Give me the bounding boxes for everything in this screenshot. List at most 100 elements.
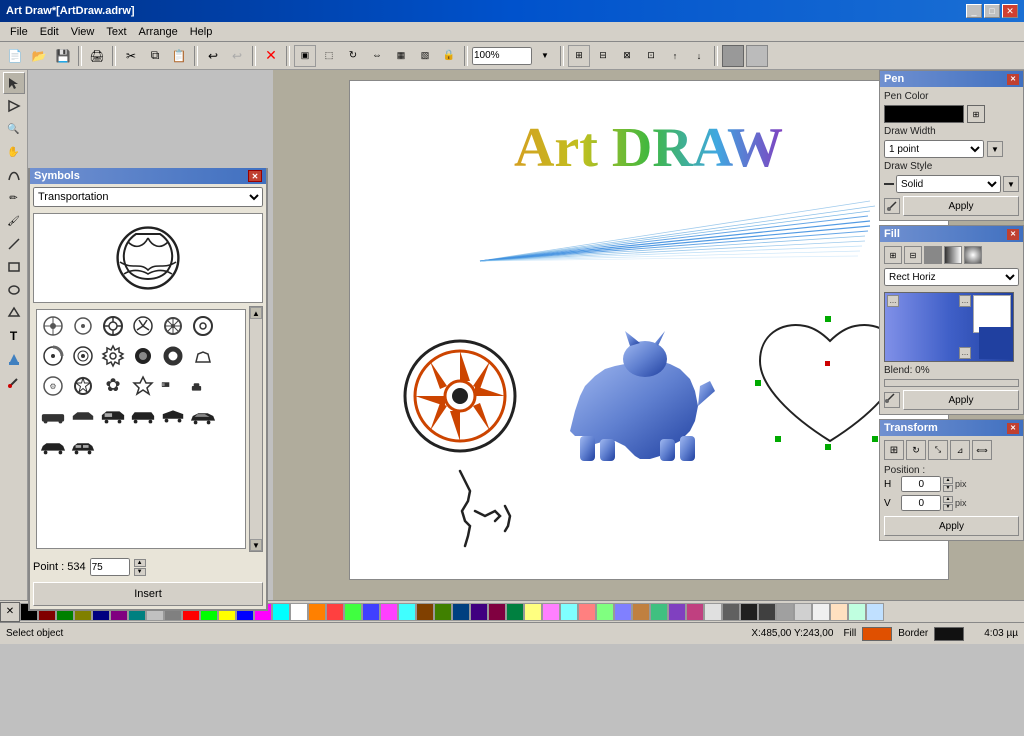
point-up[interactable]: ▲: [134, 559, 146, 567]
brush-tool[interactable]: 🖌: [3, 210, 25, 232]
color-swatch-item[interactable]: [614, 603, 632, 621]
color-swatch-item[interactable]: [848, 603, 866, 621]
cut-button[interactable]: ✂: [120, 45, 142, 67]
symbol-item[interactable]: [129, 342, 157, 370]
grid-toggle-button[interactable]: ⊞: [568, 45, 590, 67]
fill-radial-icon[interactable]: [964, 246, 982, 264]
v-value-input[interactable]: [901, 495, 941, 511]
color-swatch-item[interactable]: [542, 603, 560, 621]
lock-button[interactable]: 🔒: [438, 45, 460, 67]
symbol-item[interactable]: [39, 342, 67, 370]
select-free-button[interactable]: ⬚: [318, 45, 340, 67]
symbols-category-select[interactable]: Transportation: [33, 187, 263, 207]
node-tool[interactable]: [3, 95, 25, 117]
pen-color-grid[interactable]: ⊞: [967, 105, 985, 123]
pencil-tool[interactable]: ✏: [3, 187, 25, 209]
symbol-item[interactable]: [39, 432, 67, 460]
color-swatch-item[interactable]: [578, 603, 596, 621]
fill-type-select[interactable]: Rect Horiz Solid Radial: [884, 268, 1019, 286]
color-swatch-item[interactable]: [326, 603, 344, 621]
color-swatch-item[interactable]: [452, 603, 470, 621]
gray-btn-2[interactable]: [746, 45, 768, 67]
zoom-tool[interactable]: 🔍: [3, 118, 25, 140]
color-swatch-item[interactable]: [290, 603, 308, 621]
menu-file[interactable]: File: [4, 25, 34, 39]
order-back-button[interactable]: ↓: [688, 45, 710, 67]
rect-tool[interactable]: [3, 256, 25, 278]
color-swatch-item[interactable]: [470, 603, 488, 621]
color-swatch-item[interactable]: [740, 603, 758, 621]
symbol-item[interactable]: [129, 402, 157, 430]
color-swatch-item[interactable]: [722, 603, 740, 621]
h-down[interactable]: ▼: [943, 485, 953, 492]
fill-tool[interactable]: [3, 348, 25, 370]
symbol-item[interactable]: [159, 372, 187, 400]
point-value-input[interactable]: [90, 558, 130, 576]
text-tool[interactable]: T: [3, 325, 25, 347]
menu-arrange[interactable]: Arrange: [133, 25, 184, 39]
menu-text[interactable]: Text: [100, 25, 132, 39]
fill-blue-stop[interactable]: [979, 327, 1011, 359]
color-swatch-item[interactable]: [758, 603, 776, 621]
snap-button[interactable]: ⊟: [592, 45, 614, 67]
color-swatch-item[interactable]: [308, 603, 326, 621]
no-color-swatch[interactable]: ✕: [0, 602, 20, 622]
color-swatch-item[interactable]: [776, 603, 794, 621]
color-swatch-item[interactable]: [380, 603, 398, 621]
line-tool[interactable]: [3, 233, 25, 255]
v-up[interactable]: ▲: [943, 496, 953, 503]
select-rect-button[interactable]: ▣: [294, 45, 316, 67]
symbol-item[interactable]: [189, 402, 217, 430]
rotate-button[interactable]: ↻: [342, 45, 364, 67]
menu-view[interactable]: View: [65, 25, 101, 39]
menu-help[interactable]: Help: [184, 25, 219, 39]
delete-button[interactable]: ✕: [260, 45, 282, 67]
color-swatch-item[interactable]: [362, 603, 380, 621]
open-button[interactable]: 📂: [28, 45, 50, 67]
fill-solid-icon[interactable]: [924, 246, 942, 264]
symbol-item[interactable]: [39, 402, 67, 430]
group-button[interactable]: ▦: [390, 45, 412, 67]
color-swatch-item[interactable]: [794, 603, 812, 621]
copy-button[interactable]: ⧉: [144, 45, 166, 67]
pen-apply-button[interactable]: Apply: [903, 196, 1019, 216]
color-swatch-item[interactable]: [686, 603, 704, 621]
drawing-canvas[interactable]: Art DRAW: [349, 80, 949, 580]
color-swatch-item[interactable]: [398, 603, 416, 621]
align-button[interactable]: ⊠: [616, 45, 638, 67]
zoom-input[interactable]: [472, 47, 532, 65]
fill-checker-icon[interactable]: ⊟: [904, 246, 922, 264]
color-swatch-item[interactable]: [434, 603, 452, 621]
transform-scale-icon[interactable]: ⤡: [928, 440, 948, 460]
symbol-item[interactable]: [99, 342, 127, 370]
fill-panel-close[interactable]: ✕: [1007, 229, 1019, 240]
symbols-scrollbar[interactable]: ▲ ▼: [249, 306, 263, 552]
print-button[interactable]: 🖨: [86, 45, 108, 67]
symbols-close-button[interactable]: ✕: [248, 170, 262, 182]
minimize-button[interactable]: _: [966, 4, 982, 18]
symbol-item[interactable]: [39, 312, 67, 340]
fill-more-btn-2[interactable]: …: [959, 295, 971, 307]
transform-skew-icon[interactable]: ⊿: [950, 440, 970, 460]
menu-edit[interactable]: Edit: [34, 25, 65, 39]
color-swatch-item[interactable]: [416, 603, 434, 621]
symbol-item[interactable]: [99, 402, 127, 430]
save-button[interactable]: 💾: [52, 45, 74, 67]
color-swatch-item[interactable]: [596, 603, 614, 621]
color-swatch-item[interactable]: [866, 603, 884, 621]
scroll-up[interactable]: ▲: [250, 307, 262, 319]
style-expand[interactable]: ▼: [1003, 176, 1019, 192]
color-swatch-item[interactable]: [650, 603, 668, 621]
color-swatch-item[interactable]: [704, 603, 722, 621]
symbol-item[interactable]: [129, 312, 157, 340]
distribute-button[interactable]: ⊡: [640, 45, 662, 67]
order-front-button[interactable]: ↑: [664, 45, 686, 67]
color-swatch-item[interactable]: [812, 603, 830, 621]
transform-rotate-icon[interactable]: ↻: [906, 440, 926, 460]
symbol-item[interactable]: [159, 402, 187, 430]
color-swatch-item[interactable]: [344, 603, 362, 621]
new-button[interactable]: 📄: [4, 45, 26, 67]
pen-eyedropper-icon[interactable]: [884, 198, 900, 214]
maximize-button[interactable]: □: [984, 4, 1000, 18]
scroll-down[interactable]: ▼: [250, 539, 262, 551]
